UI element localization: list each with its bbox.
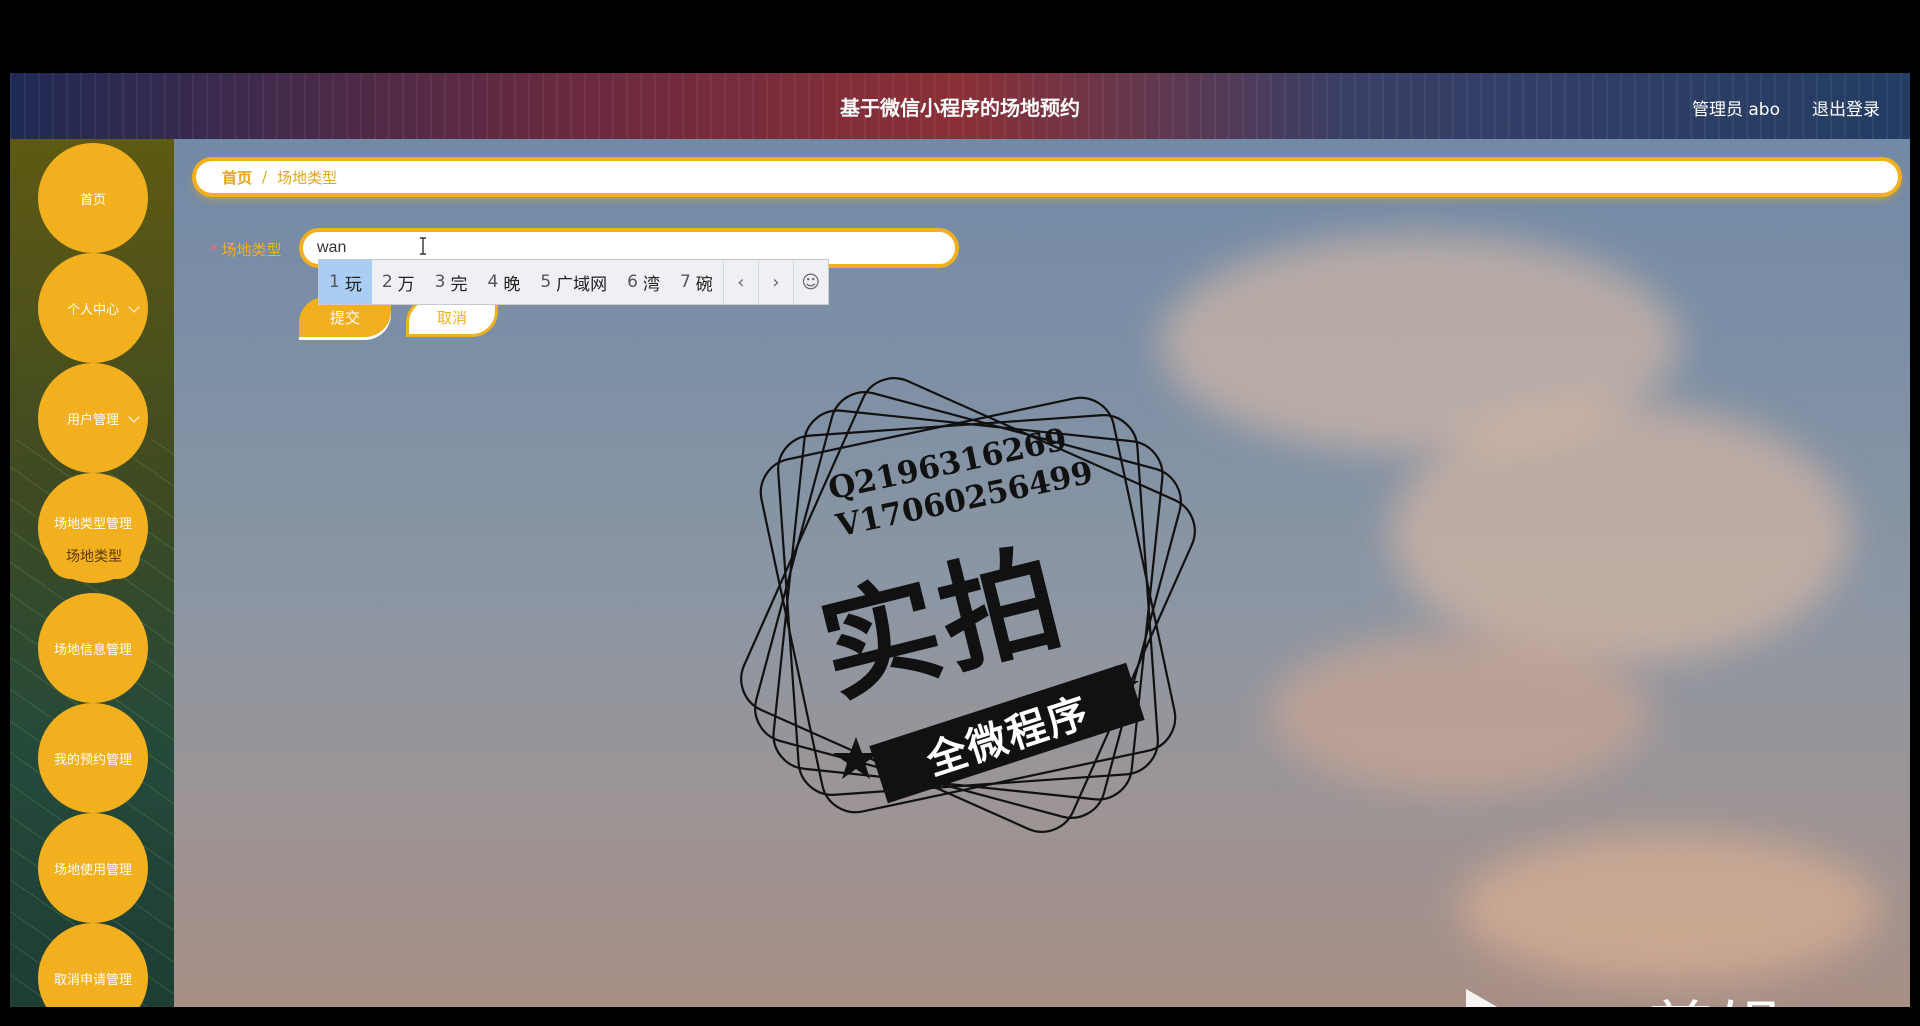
sidebar-item-users[interactable]: 用户管理 — [38, 363, 148, 473]
ime-candidate[interactable]: 7碗 — [670, 260, 723, 304]
ime-candidate-text: 玩 — [344, 274, 362, 295]
sidebar: 首页 个人中心 用户管理 场地类型管理 场地类型 场地信息管理 我的预约管理 场… — [10, 139, 174, 1007]
background-cloud — [1270, 633, 1650, 793]
ime-candidate[interactable]: 1玩 — [319, 260, 372, 304]
sidebar-item-label: 场地类型管理 — [53, 517, 132, 532]
required-mark: * — [210, 241, 218, 259]
video-watermark: ev剪辑 — [1462, 979, 1784, 1007]
ime-candidate-number: 1 — [329, 272, 340, 292]
watermark-text: ev剪辑 — [1564, 979, 1784, 1007]
ime-candidate-number: 5 — [540, 272, 552, 292]
ime-prev-page-icon[interactable]: ‹ — [722, 260, 758, 304]
sidebar-item-cancel-requests[interactable]: 取消申请管理 — [38, 923, 148, 1007]
ime-candidate-bar: 1玩 2万 3完 4晚 5 广域网 6湾 7碗 ‹ › ☺ — [318, 259, 829, 305]
sidebar-item-label: 个人中心 — [66, 302, 119, 318]
ime-candidate[interactable]: 6湾 — [617, 260, 670, 304]
background-cloud — [1460, 833, 1880, 983]
ime-emoji-icon[interactable]: ☺ — [792, 260, 828, 304]
sidebar-item-venue-info[interactable]: 场地信息管理 — [38, 593, 148, 703]
ime-candidate[interactable]: 2万 — [372, 260, 425, 304]
chevron-down-icon — [128, 411, 140, 423]
ime-candidate-number: 4 — [487, 272, 499, 292]
ime-candidate-number: 2 — [381, 272, 393, 292]
ime-candidate-text: 晚 — [503, 274, 521, 295]
ime-candidate[interactable]: 5 广域网 — [530, 260, 617, 304]
sidebar-item-label: 取消申请管理 — [53, 972, 132, 988]
ime-candidate-text: 广域网 — [556, 274, 608, 295]
sidebar-item-home[interactable]: 首页 — [38, 143, 148, 253]
ime-candidate[interactable]: 4晚 — [477, 260, 530, 304]
ime-candidate[interactable]: 3完 — [425, 260, 478, 304]
ime-candidate-number: 3 — [434, 272, 446, 292]
background-cloud — [1390, 403, 1850, 663]
ime-candidate-text: 万 — [397, 274, 415, 295]
ime-candidate-number: 7 — [679, 272, 691, 292]
ime-candidate-text: 湾 — [642, 274, 660, 295]
sidebar-item-profile[interactable]: 个人中心 — [38, 253, 148, 363]
breadcrumb-current: 场地类型 — [277, 168, 338, 187]
sidebar-item-my-bookings[interactable]: 我的预约管理 — [38, 703, 148, 813]
sidebar-subitem-venue-type[interactable]: 场地类型 — [48, 533, 140, 579]
ime-candidate-text: 完 — [450, 274, 468, 295]
sidebar-item-label: 首页 — [79, 192, 106, 208]
top-header: 基于微信小程序的场地预约 管理员 abo 退出登录 — [10, 73, 1910, 139]
app-window: 基于微信小程序的场地预约 管理员 abo 退出登录 首页 个人中心 用户管理 场… — [10, 73, 1910, 1007]
venue-type-label: * 场地类型 — [210, 239, 282, 260]
text-cursor-icon — [420, 237, 426, 255]
current-user: 管理员 abo — [1691, 100, 1780, 120]
sidebar-item-label: 场地信息管理 — [53, 642, 132, 658]
sidebar-item-label: 用户管理 — [66, 412, 119, 428]
ime-candidate-number: 6 — [627, 272, 638, 292]
logout-link[interactable]: 退出登录 — [1812, 95, 1880, 120]
breadcrumb-separator: / — [262, 168, 268, 186]
play-logo-icon — [1466, 989, 1498, 1007]
sidebar-item-label: 我的预约管理 — [53, 752, 132, 768]
breadcrumb: 首页 / 场地类型 — [196, 161, 1898, 193]
ime-next-page-icon[interactable]: › — [757, 260, 793, 304]
ime-candidate-text: 碗 — [695, 274, 713, 295]
chevron-down-icon — [128, 301, 140, 313]
sidebar-item-venue-usage[interactable]: 场地使用管理 — [38, 813, 148, 923]
sidebar-item-label: 场地使用管理 — [53, 862, 132, 878]
breadcrumb-home[interactable]: 首页 — [222, 167, 252, 188]
venue-type-label-text: 场地类型 — [221, 241, 282, 259]
app-title: 基于微信小程序的场地预约 — [840, 96, 1080, 120]
